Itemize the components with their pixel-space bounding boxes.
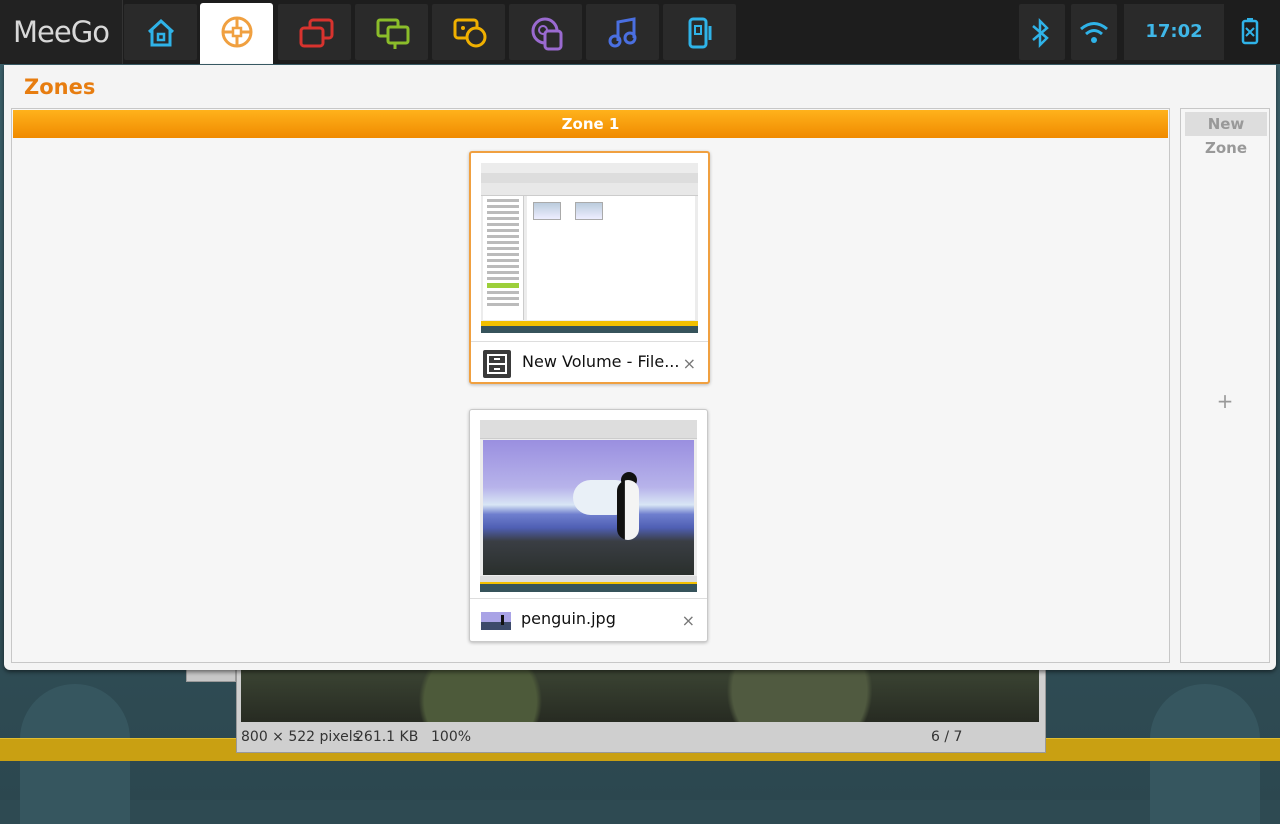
- home-button[interactable]: [124, 4, 197, 60]
- zone-1[interactable]: Zone 1 New Volume - File... × penguin.jp…: [11, 108, 1170, 663]
- background-image: [241, 670, 1039, 722]
- applications-icon: [299, 18, 334, 48]
- music-button[interactable]: [586, 4, 659, 60]
- zoom-text: 100%: [431, 729, 472, 745]
- window-thumbnail: [481, 163, 698, 333]
- window-card-file-manager[interactable]: New Volume - File... ×: [469, 151, 710, 384]
- music-icon: [608, 17, 637, 48]
- image-size-text: 800 × 522 pixels: [241, 729, 360, 745]
- close-window-button[interactable]: ×: [683, 354, 696, 373]
- zones-panel: Zones Zone 1 New Volume - File... × peng…: [4, 65, 1276, 670]
- clock[interactable]: 17:02: [1124, 4, 1224, 60]
- file-size-text: 261.1 KB: [355, 729, 419, 745]
- new-zone-header[interactable]: New Zone: [1185, 112, 1267, 157]
- background-status-bar: 800 × 522 pixels 261.1 KB 100% 6 / 7: [237, 726, 1045, 750]
- add-zone-button[interactable]: +: [1213, 389, 1237, 413]
- meego-logo[interactable]: MeeGo: [0, 0, 123, 64]
- people-button[interactable]: [432, 4, 505, 60]
- close-window-button[interactable]: ×: [682, 611, 695, 630]
- zones-icon: [221, 16, 253, 48]
- window-thumbnail: [480, 420, 697, 592]
- window-card-image-viewer[interactable]: penguin.jpg ×: [469, 409, 708, 642]
- wifi-button[interactable]: [1071, 4, 1117, 60]
- file-manager-icon: [483, 350, 511, 378]
- zone-header[interactable]: Zone 1: [13, 110, 1168, 138]
- applications-button[interactable]: [278, 4, 351, 60]
- window-title: penguin.jpg: [521, 609, 616, 628]
- devices-button[interactable]: [663, 4, 736, 60]
- bluetooth-button[interactable]: [1019, 4, 1065, 60]
- internet-button[interactable]: [509, 4, 582, 60]
- penguin-photo: [483, 440, 694, 575]
- people-icon: [453, 18, 487, 48]
- status-icon: [376, 18, 410, 49]
- battery-icon: [1241, 18, 1259, 45]
- status-button[interactable]: [355, 4, 428, 60]
- internet-icon: [531, 17, 563, 51]
- bluetooth-icon: [1032, 17, 1049, 49]
- top-toolbar: MeeGo 17:02: [0, 0, 1280, 64]
- image-file-icon: [481, 612, 511, 630]
- home-icon: [147, 18, 175, 47]
- window-title: New Volume - File...: [522, 352, 680, 371]
- wifi-icon: [1080, 22, 1108, 43]
- zones-button[interactable]: [200, 3, 273, 64]
- new-zone[interactable]: New Zone +: [1180, 108, 1270, 663]
- page-counter-text: 6 / 7: [931, 729, 963, 745]
- panel-title: Zones: [24, 75, 96, 99]
- battery-button[interactable]: [1230, 4, 1270, 60]
- devices-icon: [688, 17, 712, 49]
